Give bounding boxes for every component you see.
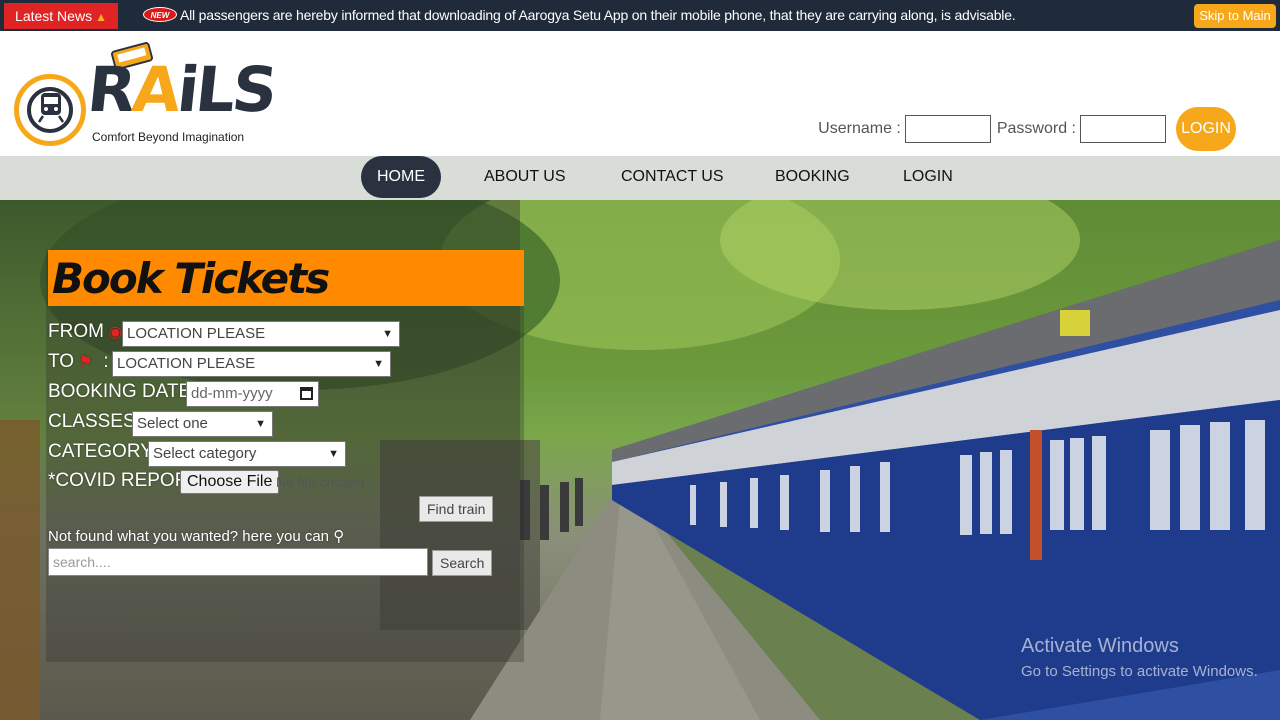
logo-tagline: Comfort Beyond Imagination — [92, 130, 245, 144]
hero-section: Book Tickets FROM ◉: LOCATION PLEASE▼ TO… — [0, 200, 1280, 720]
latest-news-text: Latest News — [15, 8, 93, 24]
book-tickets-title-bar: Book Tickets — [48, 250, 524, 306]
to-label: TO ⚑ : — [48, 351, 109, 372]
header-login-button[interactable]: LOGIN — [1176, 107, 1236, 151]
fire-icon: ▲ — [95, 10, 107, 24]
password-label: Password : — [996, 120, 1076, 137]
username-input[interactable] — [904, 115, 991, 143]
new-badge: NEW — [143, 7, 177, 22]
nav-about-us[interactable]: ABOUT US — [484, 156, 566, 198]
nav-contact-us[interactable]: CONTACT US — [621, 156, 724, 198]
chevron-down-icon: ▼ — [255, 418, 266, 430]
book-tickets-title: Book Tickets — [52, 254, 330, 303]
header-login-form: Username : Password : LOGIN — [818, 107, 1236, 151]
booking-dates-label: BOOKING DATES — [48, 381, 204, 402]
site-logo[interactable]: RAiLS Comfort Beyond Imagination — [12, 41, 278, 146]
booking-date-input[interactable]: dd-mm-yyyy — [186, 381, 319, 407]
flag-icon: ⚑ — [74, 354, 93, 371]
latest-news-label: Latest News ▲ — [4, 3, 118, 29]
main-nav: HOME ABOUT US CONTACT US BOOKING LOGIN — [0, 156, 1280, 200]
chevron-down-icon: ▼ — [373, 358, 384, 370]
to-select[interactable]: LOCATION PLEASE ▼ — [112, 351, 391, 377]
skip-to-main-button[interactable]: Skip to Main — [1194, 4, 1276, 28]
site-header: RAiLS Comfort Beyond Imagination Usernam… — [0, 31, 1280, 156]
category-select[interactable]: Select category ▼ — [148, 441, 346, 467]
chevron-down-icon: ▼ — [382, 328, 393, 340]
news-bar: Latest News ▲ NEW All passengers are here… — [0, 0, 1280, 31]
location-pin-icon: ◉ — [103, 324, 123, 341]
category-label: CATEGORY : — [48, 441, 164, 462]
classes-select[interactable]: Select one ▼ — [132, 411, 273, 437]
train-icon — [37, 93, 65, 123]
find-train-button[interactable]: Find train — [419, 496, 494, 522]
calendar-icon[interactable] — [300, 387, 313, 400]
book-tickets-panel: Book Tickets FROM ◉: LOCATION PLEASE▼ TO… — [46, 250, 524, 662]
from-label: FROM ◉: — [48, 321, 128, 342]
not-found-text: Not found what you wanted? here you can … — [48, 528, 345, 545]
activate-windows-title: Activate Windows — [1021, 635, 1179, 657]
covid-report-label: *COVID REPORT — [48, 470, 200, 491]
search-button[interactable]: Search — [432, 550, 493, 576]
logo-wordmark: RAiLS — [84, 53, 279, 126]
from-select[interactable]: LOCATION PLEASE ▼ — [122, 321, 400, 347]
password-input[interactable] — [1080, 115, 1166, 143]
choose-file-button[interactable]: Choose File — [180, 470, 280, 494]
nav-home[interactable]: HOME — [361, 156, 441, 198]
nav-booking[interactable]: BOOKING — [775, 156, 850, 198]
chevron-down-icon: ▼ — [328, 448, 339, 460]
username-label: Username : — [818, 120, 901, 137]
magnifier-icon: ⚲ — [333, 528, 345, 545]
search-input[interactable]: search.... — [48, 548, 428, 576]
nav-login[interactable]: LOGIN — [903, 156, 953, 198]
no-file-chosen-text: No file chosen — [276, 474, 365, 490]
activate-windows-subtitle: Go to Settings to activate Windows. — [1021, 663, 1258, 680]
news-ticker-text: All passengers are hereby informed that … — [180, 7, 1016, 23]
